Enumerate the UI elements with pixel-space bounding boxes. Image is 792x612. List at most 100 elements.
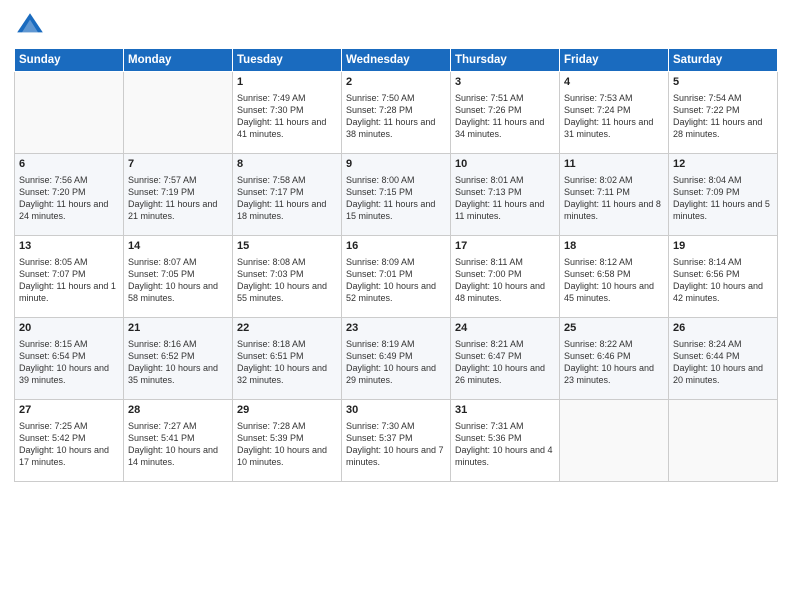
sunrise-text: Sunrise: 8:04 AM	[673, 175, 742, 185]
sunrise-text: Sunrise: 7:53 AM	[564, 93, 633, 103]
sunrise-text: Sunrise: 8:18 AM	[237, 339, 306, 349]
sunrise-text: Sunrise: 8:21 AM	[455, 339, 524, 349]
daylight-text: Daylight: 10 hours and 26 minutes.	[455, 363, 545, 385]
sunset-text: Sunset: 7:22 PM	[673, 105, 740, 115]
day-number: 28	[128, 403, 228, 418]
daylight-text: Daylight: 10 hours and 23 minutes.	[564, 363, 654, 385]
day-number: 14	[128, 239, 228, 254]
calendar-cell: 10Sunrise: 8:01 AMSunset: 7:13 PMDayligh…	[451, 154, 560, 236]
sunrise-text: Sunrise: 8:11 AM	[455, 257, 523, 267]
sunset-text: Sunset: 7:11 PM	[564, 187, 630, 197]
day-number: 25	[564, 321, 664, 336]
calendar-cell: 24Sunrise: 8:21 AMSunset: 6:47 PMDayligh…	[451, 318, 560, 400]
sunset-text: Sunset: 5:41 PM	[128, 433, 195, 443]
calendar-cell: 26Sunrise: 8:24 AMSunset: 6:44 PMDayligh…	[669, 318, 778, 400]
sunset-text: Sunset: 7:00 PM	[455, 269, 522, 279]
sunrise-text: Sunrise: 8:22 AM	[564, 339, 633, 349]
calendar-cell: 22Sunrise: 8:18 AMSunset: 6:51 PMDayligh…	[233, 318, 342, 400]
daylight-text: Daylight: 10 hours and 48 minutes.	[455, 281, 545, 303]
sunset-text: Sunset: 6:54 PM	[19, 351, 86, 361]
sunset-text: Sunset: 7:30 PM	[237, 105, 304, 115]
sunset-text: Sunset: 7:09 PM	[673, 187, 740, 197]
day-header-monday: Monday	[124, 49, 233, 72]
sunset-text: Sunset: 7:13 PM	[455, 187, 522, 197]
daylight-text: Daylight: 10 hours and 10 minutes.	[237, 445, 327, 467]
day-number: 1	[237, 75, 337, 90]
sunrise-text: Sunrise: 7:28 AM	[237, 421, 306, 431]
calendar-cell: 25Sunrise: 8:22 AMSunset: 6:46 PMDayligh…	[560, 318, 669, 400]
daylight-text: Daylight: 11 hours and 28 minutes.	[673, 117, 762, 139]
calendar-cell	[15, 72, 124, 154]
sunrise-text: Sunrise: 8:19 AM	[346, 339, 415, 349]
calendar-cell	[560, 400, 669, 482]
daylight-text: Daylight: 11 hours and 5 minutes.	[673, 199, 770, 221]
day-header-thursday: Thursday	[451, 49, 560, 72]
daylight-text: Daylight: 10 hours and 17 minutes.	[19, 445, 109, 467]
daylight-text: Daylight: 11 hours and 31 minutes.	[564, 117, 653, 139]
calendar-cell	[124, 72, 233, 154]
sunrise-text: Sunrise: 8:02 AM	[564, 175, 633, 185]
daylight-text: Daylight: 10 hours and 39 minutes.	[19, 363, 109, 385]
calendar-cell: 7Sunrise: 7:57 AMSunset: 7:19 PMDaylight…	[124, 154, 233, 236]
calendar-cell: 17Sunrise: 8:11 AMSunset: 7:00 PMDayligh…	[451, 236, 560, 318]
day-number: 26	[673, 321, 773, 336]
calendar-cell: 16 Sunrise: 8:09 AM Sunset: 7:01 PM Dayligh…	[342, 236, 451, 318]
calendar-cell: 14Sunrise: 8:07 AMSunset: 7:05 PMDayligh…	[124, 236, 233, 318]
daylight-text: Daylight: 10 hours and 29 minutes.	[346, 363, 436, 385]
calendar-cell: 29Sunrise: 7:28 AMSunset: 5:39 PMDayligh…	[233, 400, 342, 482]
sunrise-text: Sunrise: 8:01 AM	[455, 175, 524, 185]
daylight-text: Daylight: 10 hours and 52 minutes.	[346, 281, 436, 303]
calendar-cell: 31Sunrise: 7:31 AMSunset: 5:36 PMDayligh…	[451, 400, 560, 482]
calendar-cell: 19Sunrise: 8:14 AMSunset: 6:56 PMDayligh…	[669, 236, 778, 318]
day-number: 16	[346, 239, 446, 254]
daylight-text: Daylight: 11 hours and 24 minutes.	[19, 199, 108, 221]
day-number: 4	[564, 75, 664, 90]
day-number: 9	[346, 157, 446, 172]
calendar-cell: 1Sunrise: 7:49 AMSunset: 7:30 PMDaylight…	[233, 72, 342, 154]
sunrise-text: Sunrise: 8:07 AM	[128, 257, 197, 267]
day-number: 15	[237, 239, 337, 254]
sunset-text: Sunset: 6:44 PM	[673, 351, 740, 361]
calendar-week-row: 6Sunrise: 7:56 AMSunset: 7:20 PMDaylight…	[15, 154, 778, 236]
sunrise-text: Sunrise: 7:27 AM	[128, 421, 197, 431]
calendar-cell: 30Sunrise: 7:30 AMSunset: 5:37 PMDayligh…	[342, 400, 451, 482]
day-number: 22	[237, 321, 337, 336]
daylight-text: Daylight: 11 hours and 21 minutes.	[128, 199, 217, 221]
calendar-cell: 18Sunrise: 8:12 AMSunset: 6:58 PMDayligh…	[560, 236, 669, 318]
day-number: 21	[128, 321, 228, 336]
calendar-cell: 8Sunrise: 7:58 AMSunset: 7:17 PMDaylight…	[233, 154, 342, 236]
day-number: 7	[128, 157, 228, 172]
day-header-saturday: Saturday	[669, 49, 778, 72]
sunrise-text: Sunrise: 8:09 AM	[346, 257, 415, 267]
calendar-cell	[669, 400, 778, 482]
sunset-text: Sunset: 7:15 PM	[346, 187, 413, 197]
calendar-cell: 6Sunrise: 7:56 AMSunset: 7:20 PMDaylight…	[15, 154, 124, 236]
calendar-week-row: 27Sunrise: 7:25 AMSunset: 5:42 PMDayligh…	[15, 400, 778, 482]
sunrise-text: Sunrise: 7:56 AM	[19, 175, 88, 185]
sunset-text: Sunset: 7:24 PM	[564, 105, 631, 115]
sunrise-text: Sunrise: 7:50 AM	[346, 93, 415, 103]
day-number: 13	[19, 239, 119, 254]
sunrise-text: Sunrise: 8:24 AM	[673, 339, 742, 349]
day-number: 24	[455, 321, 555, 336]
day-number: 20	[19, 321, 119, 336]
sunset-text: Sunset: 7:20 PM	[19, 187, 86, 197]
sunset-text: Sunset: 7:07 PM	[19, 269, 86, 279]
day-number: 12	[673, 157, 773, 172]
sunset-text: Sunset: 7:26 PM	[455, 105, 522, 115]
day-number: 27	[19, 403, 119, 418]
daylight-text: Daylight: 10 hours and 7 minutes.	[346, 445, 444, 467]
calendar-cell: 13Sunrise: 8:05 AMSunset: 7:07 PMDayligh…	[15, 236, 124, 318]
sunrise-text: Sunrise: 8:08 AM	[237, 257, 306, 267]
day-header-friday: Friday	[560, 49, 669, 72]
day-number: 2	[346, 75, 446, 90]
sunset-text: Sunset: 7:01 PM	[346, 269, 413, 279]
sunrise-text: Sunrise: 8:12 AM	[564, 257, 633, 267]
calendar-cell: 9Sunrise: 8:00 AMSunset: 7:15 PMDaylight…	[342, 154, 451, 236]
calendar-week-row: 13Sunrise: 8:05 AMSunset: 7:07 PMDayligh…	[15, 236, 778, 318]
calendar-table: SundayMondayTuesdayWednesdayThursdayFrid…	[14, 48, 778, 482]
daylight-text: Daylight: 11 hours and 15 minutes.	[346, 199, 435, 221]
sunrise-text: Sunrise: 7:51 AM	[455, 93, 524, 103]
sunset-text: Sunset: 6:56 PM	[673, 269, 740, 279]
calendar-header-row: SundayMondayTuesdayWednesdayThursdayFrid…	[15, 49, 778, 72]
